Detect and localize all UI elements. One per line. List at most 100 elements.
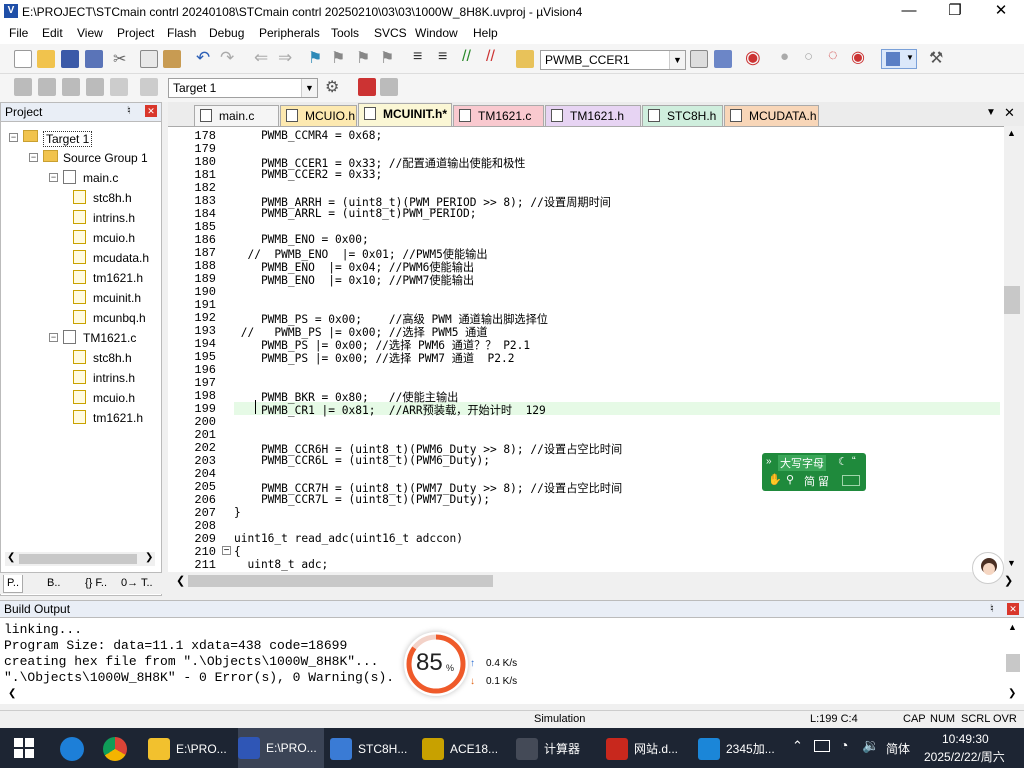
editor-hscroll[interactable]: ❮ ❯ xyxy=(168,572,1024,590)
keyboard-icon[interactable] xyxy=(842,475,860,486)
maximize-button[interactable]: ❐ xyxy=(932,0,978,23)
unindent-icon[interactable]: ≡ xyxy=(438,48,447,66)
tree-item[interactable]: − TM1621.c xyxy=(1,329,159,347)
code-line[interactable]: uint8_t adc; xyxy=(234,558,328,571)
tree-item[interactable]: − Source Group 1 xyxy=(1,149,159,167)
taskbar-app[interactable]: 2345加... xyxy=(698,736,784,762)
batch-build-icon[interactable] xyxy=(86,78,104,96)
configure-icon[interactable]: ⚒ xyxy=(929,48,943,68)
paste-icon[interactable] xyxy=(163,50,181,68)
menu-view[interactable]: View xyxy=(77,26,103,40)
collapse-icon[interactable]: » xyxy=(766,456,772,467)
nav-back-icon[interactable]: ⇐ xyxy=(254,48,268,68)
uncomment-icon[interactable]: // xyxy=(486,48,495,66)
tab-books[interactable]: B.. xyxy=(44,575,63,593)
scrollbar-thumb[interactable] xyxy=(19,554,137,564)
breakpoint-icon[interactable]: ● xyxy=(780,48,789,65)
undo-icon[interactable]: ↶ xyxy=(196,48,210,68)
clock-date[interactable]: 2025/2/22/周六 xyxy=(924,748,1005,765)
collapse-icon[interactable]: − xyxy=(29,153,38,162)
scroll-up-icon[interactable]: ▲ xyxy=(1008,622,1017,632)
collapse-icon[interactable]: − xyxy=(9,133,18,142)
open-file-icon[interactable] xyxy=(37,50,55,68)
tab-templates[interactable]: 0→ T.. xyxy=(118,575,156,593)
tree-item[interactable]: mcuinit.h xyxy=(1,289,159,307)
tree-item[interactable]: stc8h.h xyxy=(1,189,159,207)
menu-project[interactable]: Project xyxy=(117,26,154,40)
scrollbar-thumb[interactable] xyxy=(188,575,493,587)
code-line[interactable]: PWMB_ENO |= 0x10; //PWM7使能输出 xyxy=(234,272,474,288)
prev-bookmark-icon[interactable]: ⚑ xyxy=(331,48,345,68)
browser-e-icon[interactable] xyxy=(60,737,84,761)
pin-icon[interactable]: ♮ xyxy=(127,104,131,117)
manage-project-icon[interactable] xyxy=(358,78,376,96)
disable-all-breakpoints-icon[interactable]: ◉ xyxy=(851,47,865,67)
clock-time[interactable]: 10:49:30 xyxy=(942,732,989,746)
disable-breakpoint-icon[interactable]: ○ xyxy=(804,48,813,65)
menu-file[interactable]: File xyxy=(9,26,28,40)
taskbar-app[interactable]: ACE18... xyxy=(422,736,508,762)
taskbar-app[interactable]: STC8H... xyxy=(330,736,416,762)
ime-toolbar[interactable]: » 大写字母 ☾ “ ✋ ⚲ 简 留 xyxy=(762,453,866,491)
memory-gauge[interactable]: 85 % xyxy=(404,632,468,696)
tree-item[interactable]: mcudata.h xyxy=(1,249,159,267)
scroll-down-icon[interactable]: ▼ xyxy=(1007,558,1016,568)
taskbar-app[interactable]: E:\PRO... xyxy=(238,728,324,768)
fold-toggle-icon[interactable]: − xyxy=(222,546,231,556)
tree-item[interactable]: intrins.h xyxy=(1,209,159,227)
translate-icon[interactable] xyxy=(14,78,32,96)
code-editor[interactable]: 178 179 180 181 182 183 184 185 186 187 188 189 190 1… xyxy=(168,126,1020,573)
editor-vscroll[interactable]: ▲ ▼ xyxy=(1004,126,1020,572)
tree-item[interactable]: mcunbq.h xyxy=(1,309,159,327)
manage-books-icon[interactable] xyxy=(380,78,398,96)
code-line[interactable]: PWMB_CCR6L = (uint8_t)(PWM6_Duty); xyxy=(234,454,490,467)
wifi-icon[interactable]: ◔ xyxy=(840,737,848,753)
code-line[interactable]: PWMB_ENO = 0x00; xyxy=(234,233,369,246)
find-in-files-icon[interactable] xyxy=(516,50,534,68)
save-icon[interactable] xyxy=(61,50,79,68)
next-bookmark-icon[interactable]: ⚑ xyxy=(356,48,370,68)
scroll-left-icon[interactable]: ❮ xyxy=(8,688,16,699)
editor-tab[interactable]: MCUIO.h xyxy=(280,105,357,126)
scroll-right-icon[interactable]: ❯ xyxy=(1008,688,1016,699)
menu-flash[interactable]: Flash xyxy=(167,26,196,40)
close-tab-icon[interactable]: ✕ xyxy=(1004,105,1015,121)
minimize-button[interactable]: — xyxy=(886,0,932,23)
taskbar-app[interactable]: 计算器 xyxy=(516,736,602,762)
close-button[interactable]: ✕ xyxy=(978,0,1024,23)
copy-icon[interactable] xyxy=(140,50,158,68)
tab-project[interactable]: P.. xyxy=(3,575,24,593)
kill-breakpoints-icon[interactable]: ◌ xyxy=(828,47,838,65)
scrollbar-thumb[interactable] xyxy=(1004,286,1020,314)
editor-tab[interactable]: main.c xyxy=(194,105,279,126)
tree-item[interactable]: intrins.h xyxy=(1,369,159,387)
find-icon[interactable] xyxy=(690,50,708,68)
code-line[interactable]: { xyxy=(234,545,241,558)
chevron-down-icon[interactable]: ▼ xyxy=(669,51,685,69)
close-pane-icon[interactable]: ✕ xyxy=(145,105,157,117)
tree-item[interactable]: stc8h.h xyxy=(1,349,159,367)
scroll-up-icon[interactable]: ▲ xyxy=(1007,128,1016,138)
bookmark-icon[interactable]: ⚑ xyxy=(308,48,322,68)
scroll-left-icon[interactable]: ❮ xyxy=(7,552,15,563)
tree-item[interactable]: mcuio.h xyxy=(1,389,159,407)
clear-bookmarks-icon[interactable]: ⚑ xyxy=(380,48,394,68)
code-line[interactable]: } xyxy=(234,506,241,519)
code-line[interactable]: PWMB_CCER2 = 0x33; xyxy=(234,168,382,181)
scroll-right-icon[interactable]: ❯ xyxy=(1004,574,1013,587)
chevron-down-icon[interactable]: ▼ xyxy=(301,79,317,97)
avatar[interactable] xyxy=(972,552,1004,584)
taskbar-app[interactable]: 网站.d... xyxy=(606,736,692,762)
stop-build-icon[interactable] xyxy=(110,78,128,96)
tree-hscroll[interactable]: ❮ ❯ xyxy=(5,552,155,566)
nav-forward-icon[interactable]: ⇒ xyxy=(278,48,292,68)
tray-chevron-icon[interactable]: ⌃ xyxy=(792,738,803,754)
windows-start-icon[interactable] xyxy=(14,738,34,758)
tab-list-chevron-icon[interactable]: ▼ xyxy=(986,107,996,118)
chrome-icon[interactable] xyxy=(103,737,127,761)
menu-help[interactable]: Help xyxy=(473,26,498,40)
debug-session-icon[interactable]: ◉ xyxy=(745,47,761,68)
tree-item[interactable]: − main.c xyxy=(1,169,159,187)
code-line[interactable]: uint16_t read_adc(uint16_t adccon) xyxy=(234,532,463,545)
menu-window[interactable]: Window xyxy=(415,26,458,40)
